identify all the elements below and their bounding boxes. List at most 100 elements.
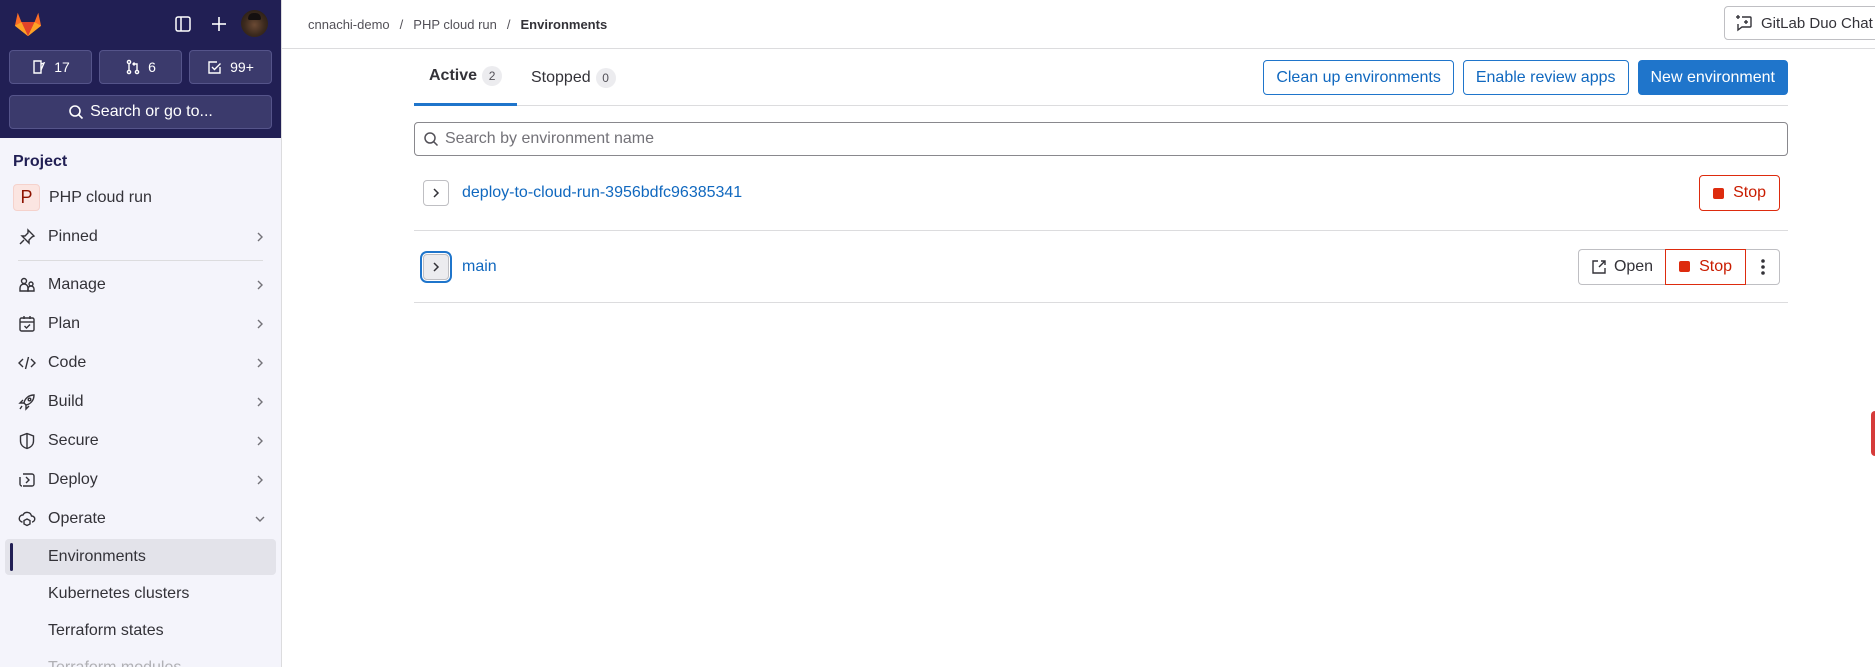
clean-up-environments-button[interactable]: Clean up environments: [1263, 60, 1454, 95]
environment-actions: Open Stop: [1577, 248, 1780, 285]
issues-count-button[interactable]: 17: [9, 50, 92, 84]
breadcrumb-group[interactable]: cnnachi-demo: [308, 17, 390, 32]
environment-name-link[interactable]: deploy-to-cloud-run-3956bdfc96385341: [462, 184, 742, 202]
merge-requests-count-button[interactable]: 6: [99, 50, 182, 84]
sidebar-item-operate[interactable]: Operate: [0, 499, 281, 538]
plus-icon[interactable]: [201, 11, 237, 37]
todos-count: 99+: [230, 59, 254, 75]
sidebar-subitem-terraform-modules[interactable]: Terraform modules: [5, 650, 276, 667]
chevron-right-icon: [433, 261, 440, 272]
chevron-down-icon: [255, 516, 265, 522]
sidebar-item-secure[interactable]: Secure: [0, 421, 281, 460]
environment-actions: Stop: [1699, 175, 1780, 211]
deploy-icon: [17, 470, 37, 490]
sidebar-item-label: Manage: [48, 275, 106, 293]
environments-page: Active 2 Stopped 0 Clean up environments…: [414, 49, 1788, 303]
sidebar-item-label: Plan: [48, 314, 81, 332]
breadcrumb-project[interactable]: PHP cloud run: [413, 17, 497, 32]
users-icon: [17, 275, 37, 295]
sidebar-project-link[interactable]: P PHP cloud run: [0, 178, 281, 217]
sidebar-item-label: Secure: [48, 431, 99, 449]
environment-search: [414, 122, 1788, 156]
tab-stopped[interactable]: Stopped 0: [531, 49, 616, 106]
sidebar: 17 6 99+ Search or go to... Project P PH…: [0, 0, 282, 667]
stop-environment-button[interactable]: Stop: [1665, 248, 1746, 285]
gitlab-logo-icon[interactable]: [13, 9, 43, 37]
sidebar-item-code[interactable]: Code: [0, 343, 281, 382]
environment-row: main Open Stop: [414, 231, 1788, 303]
stop-icon: [1679, 261, 1691, 272]
environment-tabs: Active 2 Stopped 0 Clean up environments…: [414, 49, 1788, 106]
sidebar-item-label: Pinned: [48, 227, 98, 245]
sidebar-item-label: Code: [48, 353, 87, 371]
environment-row: deploy-to-cloud-run-3956bdfc96385341 Sto…: [414, 156, 1788, 231]
shield-icon: [17, 431, 37, 451]
enable-review-apps-button[interactable]: Enable review apps: [1462, 60, 1629, 95]
open-label: Open: [1613, 257, 1654, 275]
breadcrumb: cnnachi-demo / PHP cloud run / Environme…: [308, 0, 607, 48]
stop-label: Stop: [1699, 257, 1732, 275]
new-environment-button[interactable]: New environment: [1637, 60, 1788, 95]
open-environment-button[interactable]: Open: [1577, 248, 1666, 285]
tab-label: Active: [429, 67, 478, 84]
sidebar-item-manage[interactable]: Manage: [0, 265, 281, 304]
tab-count-badge: 2: [482, 66, 503, 86]
environment-name-link[interactable]: main: [462, 258, 497, 276]
expand-environment-button[interactable]: [423, 253, 449, 280]
breadcrumb-current[interactable]: Environments: [521, 17, 608, 32]
rocket-icon: [17, 392, 37, 412]
merge-requests-count: 6: [148, 59, 156, 75]
chevron-right-icon: [257, 475, 263, 484]
gitlab-duo-chat-label: GitLab Duo Chat: [1761, 14, 1873, 32]
pin-icon: [17, 227, 37, 247]
breadcrumb-separator: /: [399, 16, 404, 32]
search-or-go-to-button[interactable]: Search or go to...: [9, 95, 272, 129]
external-link-icon: [1592, 259, 1606, 274]
sidebar-item-label: Operate: [48, 509, 106, 527]
stop-label: Stop: [1733, 184, 1766, 201]
stop-environment-button[interactable]: Stop: [1699, 175, 1780, 211]
sidebar-item-build[interactable]: Build: [0, 382, 281, 421]
chevron-right-icon: [257, 436, 263, 445]
tab-active[interactable]: Active 2: [414, 49, 517, 106]
gitlab-duo-chat-button[interactable]: GitLab Duo Chat: [1724, 6, 1875, 40]
sidebar-item-deploy[interactable]: Deploy: [0, 460, 281, 499]
chevron-right-icon: [257, 358, 263, 367]
code-icon: [17, 353, 37, 373]
chevron-right-icon: [433, 188, 440, 198]
search-icon: [69, 105, 84, 120]
user-avatar[interactable]: [241, 10, 268, 37]
sidebar-toggle-icon[interactable]: [165, 11, 201, 37]
kebab-menu-icon: [1760, 258, 1765, 275]
chevron-right-icon: [257, 397, 263, 406]
calendar-icon: [17, 314, 37, 334]
sidebar-subitem-kubernetes-clusters[interactable]: Kubernetes clusters: [5, 576, 276, 612]
sidebar-subitem-terraform-states[interactable]: Terraform states: [5, 613, 276, 649]
chevron-right-icon: [257, 280, 263, 289]
cloud-gear-icon: [17, 509, 37, 529]
sidebar-item-pinned[interactable]: Pinned: [0, 217, 281, 256]
sidebar-subitem-environments[interactable]: Environments: [5, 539, 276, 575]
environment-search-input[interactable]: [445, 130, 1787, 148]
tab-label: Stopped: [531, 68, 591, 86]
chevron-right-icon: [257, 319, 263, 328]
chevron-right-icon: [257, 232, 263, 241]
feedback-side-tab[interactable]: [1871, 411, 1875, 456]
project-avatar: P: [13, 184, 40, 211]
stop-icon: [1713, 187, 1725, 199]
merge-request-icon: [126, 59, 140, 75]
page-actions: Clean up environments Enable review apps…: [1263, 60, 1788, 95]
todos-count-button[interactable]: 99+: [189, 50, 272, 84]
sidebar-item-label: Deploy: [48, 470, 98, 488]
issues-icon: [33, 60, 46, 74]
sidebar-header: 17 6 99+ Search or go to...: [0, 0, 281, 138]
sidebar-item-plan[interactable]: Plan: [0, 304, 281, 343]
todo-icon: [208, 61, 222, 74]
tab-count-badge: 0: [595, 67, 616, 88]
breadcrumb-separator: /: [506, 16, 511, 32]
project-name: PHP cloud run: [49, 188, 152, 206]
more-actions-button[interactable]: [1746, 248, 1780, 285]
sidebar-divider: [18, 260, 263, 261]
search-icon: [424, 132, 439, 147]
expand-environment-button[interactable]: [423, 180, 449, 206]
